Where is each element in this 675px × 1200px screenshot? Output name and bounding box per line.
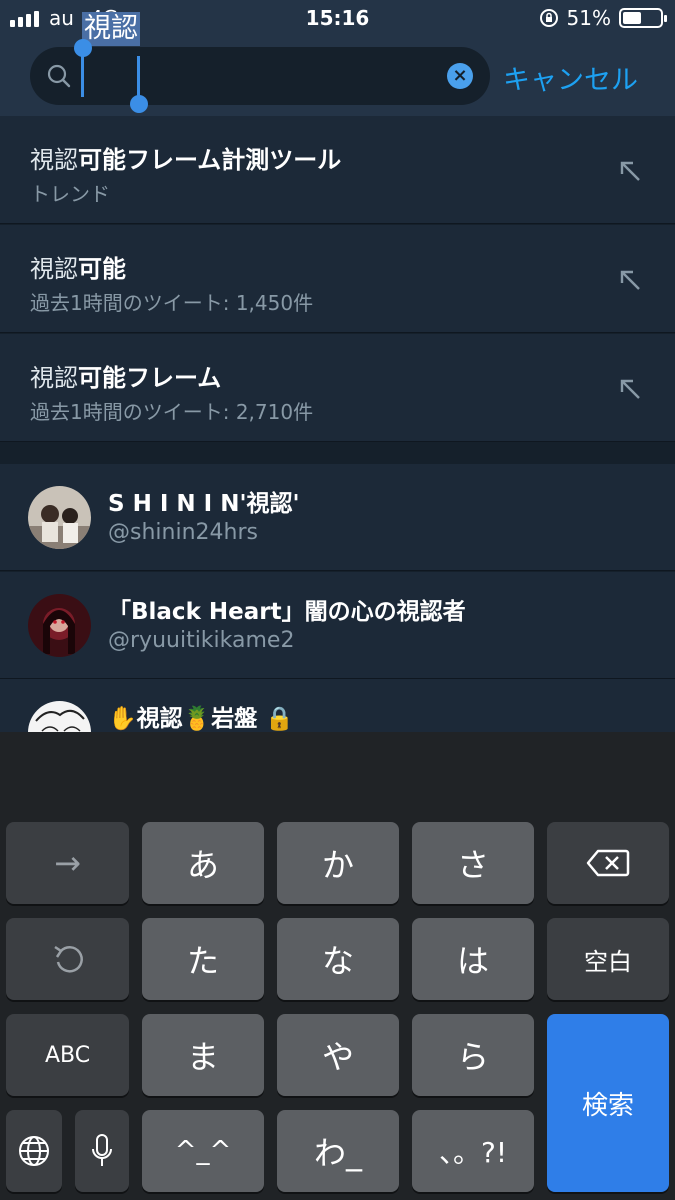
key-next-candidate[interactable]: → (6, 822, 129, 904)
user-display-name: ✋視認🍍岩盤 🔒 (108, 706, 294, 732)
suggestion-title: 視認可能フレーム (30, 364, 222, 392)
avatar (28, 594, 91, 657)
suggestion-item[interactable]: 視認可能フレーム 過去1時間のツイート: 2,710件 (0, 334, 675, 442)
microphone-icon (92, 1134, 112, 1166)
selection-handle-start[interactable] (81, 55, 84, 97)
user-result[interactable]: 「Black Heart」闇の心の視認者 @ryuuitikikame2 (0, 572, 675, 679)
key-wa[interactable]: わ_ (277, 1110, 399, 1192)
user-display-name: S H I N I N'視認' (108, 491, 300, 517)
rotation-lock-icon (539, 9, 558, 27)
suggestion-title: 視認可能フレーム計測ツール (30, 146, 342, 174)
key-ya[interactable]: や (277, 1014, 399, 1096)
fill-query-arrow-icon[interactable] (617, 376, 643, 402)
fill-query-arrow-icon[interactable] (617, 158, 643, 184)
backspace-key[interactable] (547, 822, 669, 904)
cancel-button[interactable]: キャンセル (503, 58, 638, 97)
dictation-key[interactable] (75, 1110, 129, 1192)
user-result[interactable]: S H I N I N'視認' @shinin24hrs (0, 464, 675, 571)
key-punctuation[interactable]: 、。?! (412, 1110, 534, 1192)
key-sa[interactable]: さ (412, 822, 534, 904)
top-bar: au 4G 15:16 51% 視認 × キャンセル (0, 0, 675, 116)
user-display-name: 「Black Heart」闇の心の視認者 (108, 599, 466, 625)
search-icon (47, 64, 71, 88)
suggestion-subtitle: トレンド (30, 182, 110, 206)
suggestion-title: 視認可能 (30, 255, 126, 283)
suggestion-item[interactable]: 視認可能 過去1時間のツイート: 1,450件 (0, 225, 675, 333)
key-ra[interactable]: ら (412, 1014, 534, 1096)
clear-search-icon[interactable]: × (447, 63, 473, 89)
abc-key[interactable]: ABC (6, 1014, 129, 1096)
battery-icon (619, 8, 667, 28)
avatar (28, 486, 91, 549)
key-emoticon[interactable]: ^_^ (142, 1110, 264, 1192)
selection-handle-end-knob[interactable] (130, 95, 148, 113)
suggestion-subtitle: 過去1時間のツイート: 2,710件 (30, 400, 314, 424)
user-handle: @ryuuitikikame2 (108, 628, 295, 653)
globe-key[interactable] (6, 1110, 62, 1192)
search-enter-key[interactable]: 検索 (547, 1014, 669, 1192)
user-handle: @shinin24hrs (108, 520, 258, 545)
key-ha[interactable]: は (412, 918, 534, 1000)
suggestion-item[interactable]: 視認可能フレーム計測ツール トレンド (0, 116, 675, 224)
undo-icon (53, 945, 83, 973)
backspace-icon (586, 849, 630, 877)
key-ma[interactable]: ま (142, 1014, 264, 1096)
key-na[interactable]: な (277, 918, 399, 1000)
selection-handle-start-knob[interactable] (74, 39, 92, 57)
search-input[interactable] (30, 47, 490, 105)
key-ka[interactable]: か (277, 822, 399, 904)
fill-query-arrow-icon[interactable] (617, 267, 643, 293)
key-ta[interactable]: た (142, 918, 264, 1000)
globe-icon (19, 1136, 49, 1166)
status-right: 51% (539, 6, 667, 30)
selection-handle-end[interactable] (137, 56, 140, 98)
undo-key[interactable] (6, 918, 129, 1000)
section-divider (0, 442, 675, 464)
search-query-text[interactable]: 視認 (82, 12, 140, 46)
space-key[interactable]: 空白 (547, 918, 669, 1000)
japanese-keyboard: → あ か さ た な は 空白 ABC ま や ら 検索 ^_^ わ_ 、。?… (0, 732, 675, 1200)
battery-fill (623, 12, 642, 24)
suggestion-subtitle: 過去1時間のツイート: 1,450件 (30, 291, 314, 315)
battery-percent: 51% (566, 6, 611, 30)
user-result[interactable]: ✋視認🍍岩盤 🔒 (0, 679, 675, 739)
key-a[interactable]: あ (142, 822, 264, 904)
